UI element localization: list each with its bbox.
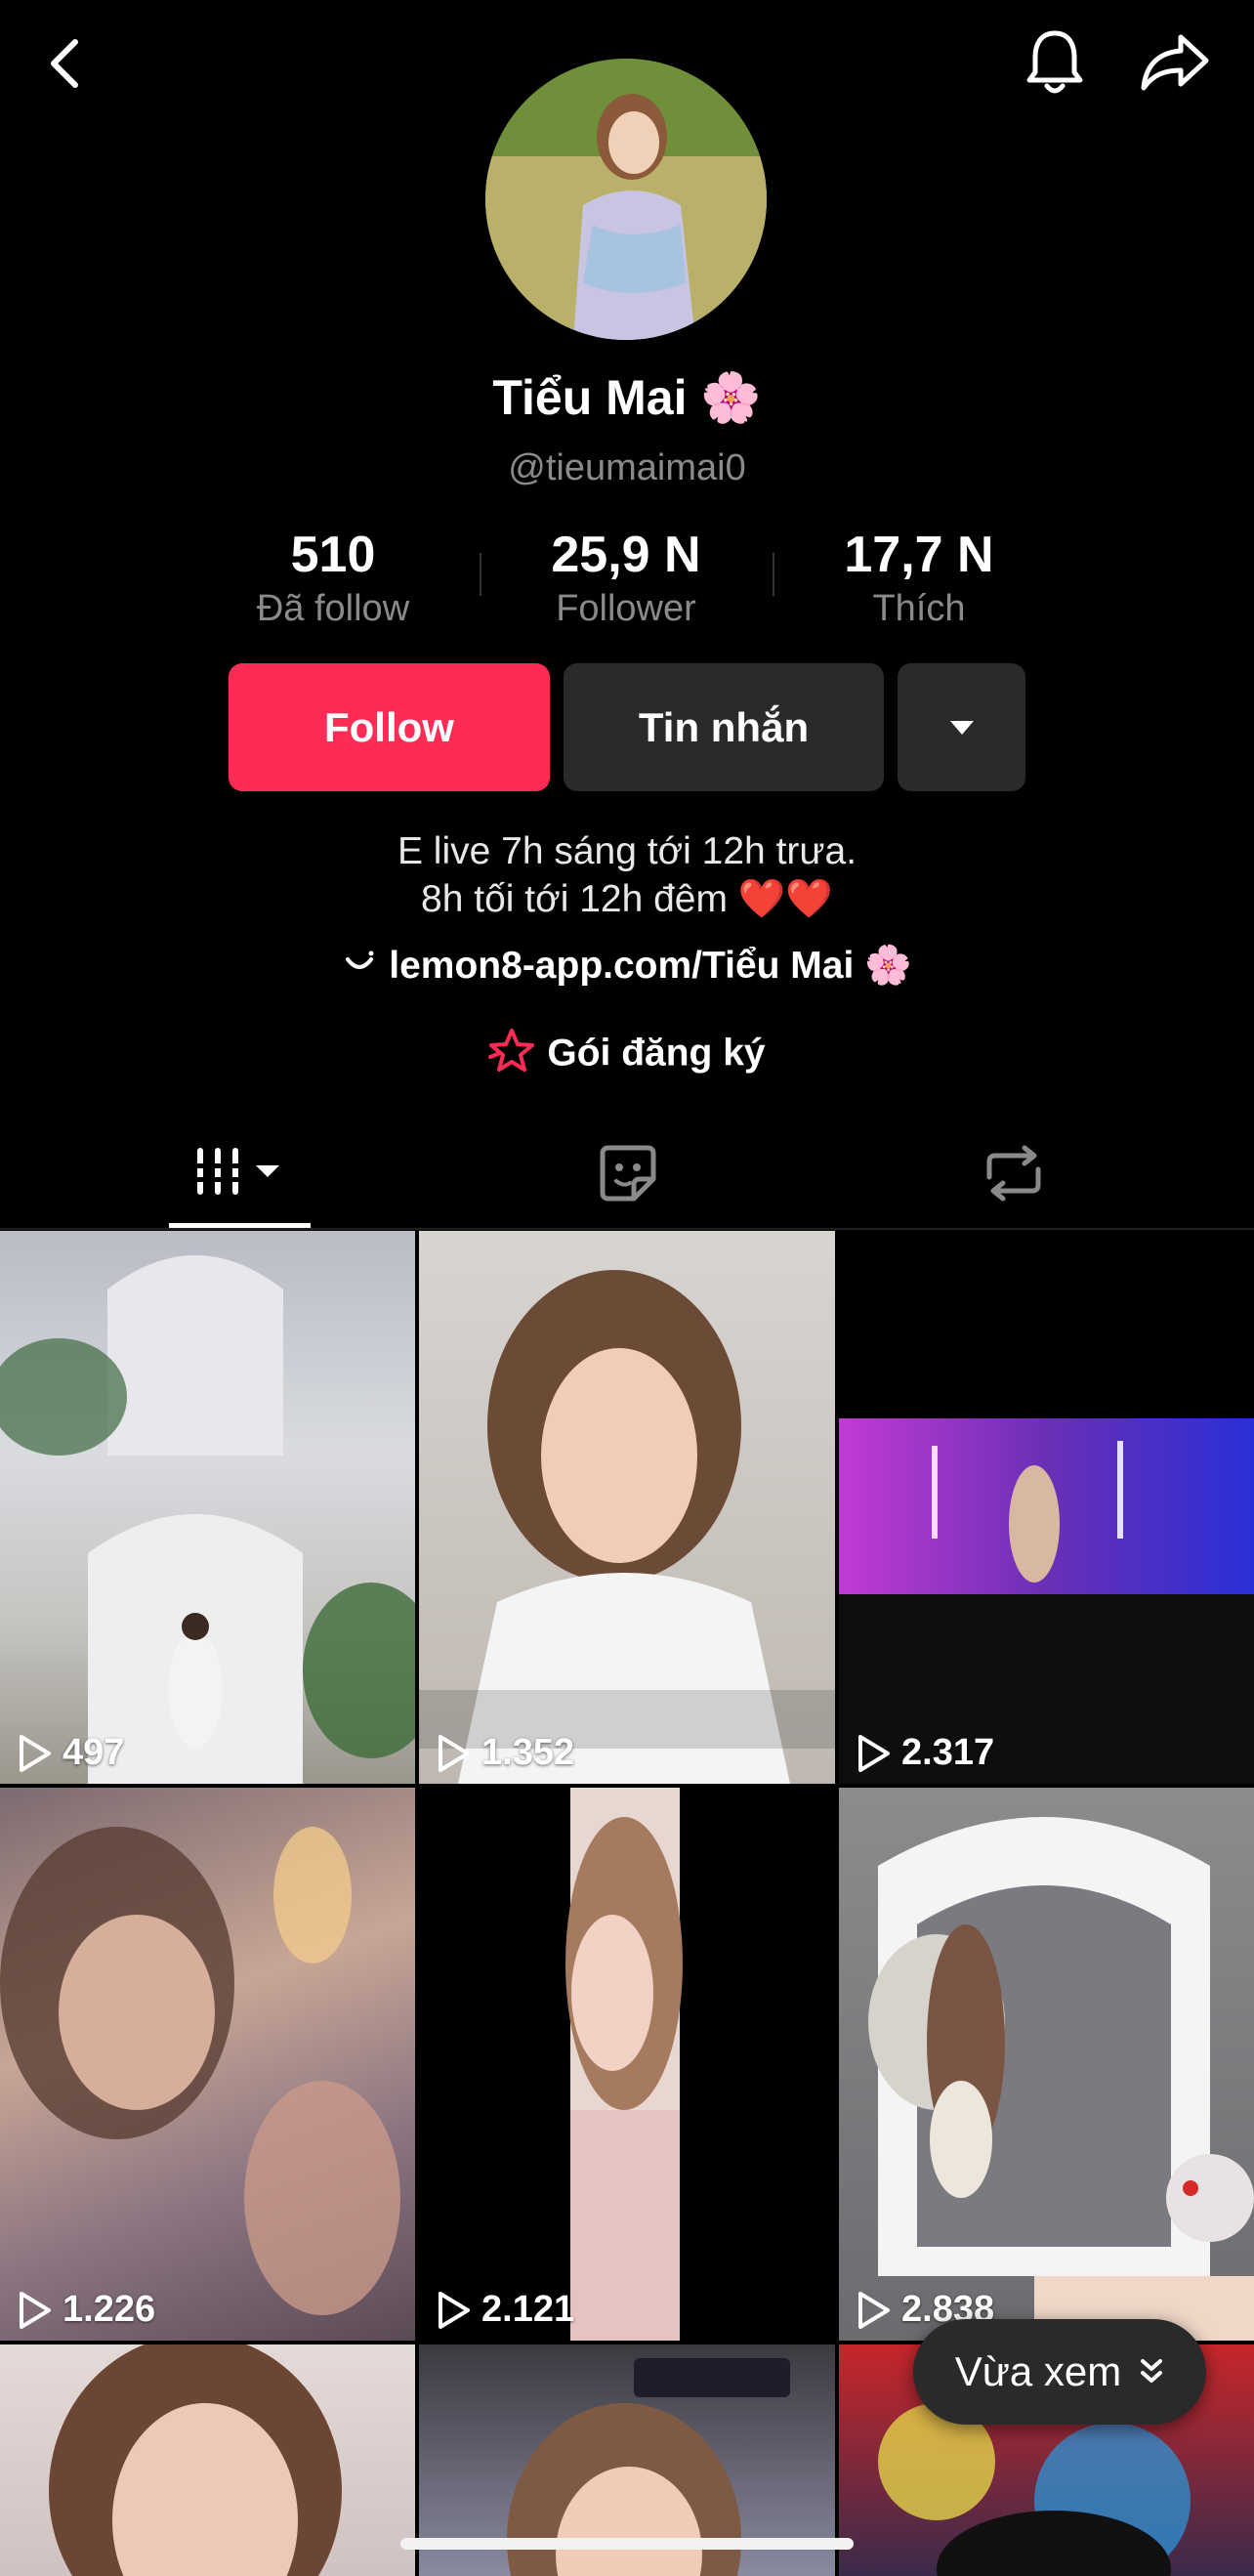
video-thumbnail[interactable]: 2.317 (839, 1231, 1254, 1784)
video-thumbnail-image (839, 1418, 1254, 1784)
follow-button-label: Follow (324, 703, 454, 750)
back-button[interactable] (29, 29, 98, 98)
avatar[interactable] (485, 59, 767, 340)
stat-followers[interactable]: 25,9 N Follower (480, 526, 773, 630)
video-thumbnail[interactable]: 2.121 (419, 1788, 835, 2341)
video-thumbnail[interactable]: 1.352 (419, 1231, 835, 1784)
video-thumbnail-image (868, 1817, 1254, 2341)
video-thumbnail-image (419, 1270, 835, 1784)
profile-tabs (0, 1119, 1254, 1230)
subscription-label: Gói đăng ký (547, 1032, 766, 1075)
video-thumbnail-image (565, 1788, 683, 2341)
bio-line-2: 8h tối tới 12h đêm ❤️❤️ (421, 878, 833, 920)
caret-down-icon (949, 720, 974, 735)
bell-icon (1026, 30, 1083, 94)
stat-followers-value: 25,9 N (551, 527, 701, 583)
play-icon (439, 2291, 470, 2329)
stat-likes[interactable]: 17,7 N Thích (773, 526, 1066, 630)
share-button[interactable] (1131, 23, 1219, 102)
tab-stickers[interactable] (557, 1119, 698, 1228)
home-indicator[interactable] (400, 2538, 854, 2550)
recently-viewed-label: Vừa xem (954, 2348, 1122, 2394)
play-icon (858, 2291, 890, 2329)
video-thumbnail[interactable]: 497 (0, 1231, 415, 1784)
subscription-star-icon (488, 1028, 535, 1082)
view-count-text: 2.121 (481, 2289, 575, 2330)
play-icon (858, 1734, 890, 1772)
video-thumbnail-image (49, 2344, 342, 2576)
share-arrow-icon (1141, 34, 1209, 91)
message-button[interactable]: Tin nhắn (564, 663, 884, 791)
stat-following-value: 510 (290, 527, 376, 583)
stat-likes-label: Thích (872, 588, 966, 629)
recently-viewed-button[interactable]: Vừa xem (913, 2319, 1206, 2425)
view-count: 2.121 (437, 2289, 574, 2331)
view-count-text: 2.317 (901, 1732, 995, 1773)
bio-link[interactable]: lemon8-app.com/Tiểu Mai 🌸 (0, 943, 1254, 991)
double-chevron-down-icon (1141, 2359, 1163, 2383)
video-thumbnail-image (0, 1827, 400, 2315)
message-button-label: Tin nhắn (638, 703, 810, 750)
follow-button[interactable]: Follow (229, 663, 550, 791)
bio-line-1: E live 7h sáng tới 12h trưa. (397, 830, 857, 872)
tab-reposts[interactable] (942, 1119, 1084, 1228)
bio-link-text: lemon8-app.com/Tiểu Mai 🌸 (389, 945, 912, 987)
play-icon (20, 1734, 51, 1772)
stat-likes-value: 17,7 N (844, 527, 994, 583)
stat-following[interactable]: 510 Đã follow (187, 526, 480, 630)
view-count: 497 (18, 1732, 124, 1774)
view-count: 1.226 (18, 2289, 155, 2331)
view-count-text: 497 (63, 1732, 125, 1773)
display-name: Tiểu Mai 🌸 (492, 370, 762, 425)
view-count-text: 1.352 (481, 1732, 575, 1773)
notification-bell-button[interactable] (1016, 23, 1094, 102)
video-thumbnail-image (0, 1255, 415, 1784)
more-dropdown-button[interactable] (898, 663, 1025, 791)
stat-following-label: Đã follow (256, 588, 410, 629)
play-icon (20, 2291, 51, 2329)
video-thumbnail[interactable] (0, 2344, 415, 2576)
view-count: 2.317 (857, 1732, 994, 1774)
repost-icon (986, 1145, 1040, 1202)
subscription-link[interactable]: Gói đăng ký (0, 1028, 1254, 1082)
videos-grid-icon (192, 1147, 279, 1195)
sticker-icon (600, 1145, 655, 1202)
view-count-text: 1.226 (63, 2289, 156, 2330)
username-handle: @tieumaimai0 (508, 447, 746, 488)
play-icon (439, 1734, 470, 1772)
video-thumbnail[interactable]: 1.226 (0, 1788, 415, 2341)
avatar-photo (485, 59, 767, 340)
video-thumbnail[interactable]: 2.838 (839, 1788, 1254, 2341)
stat-followers-label: Follower (556, 588, 696, 629)
link-icon (342, 946, 377, 991)
chevron-left-icon (51, 39, 78, 88)
tab-videos[interactable] (169, 1119, 311, 1228)
view-count: 1.352 (437, 1732, 574, 1774)
